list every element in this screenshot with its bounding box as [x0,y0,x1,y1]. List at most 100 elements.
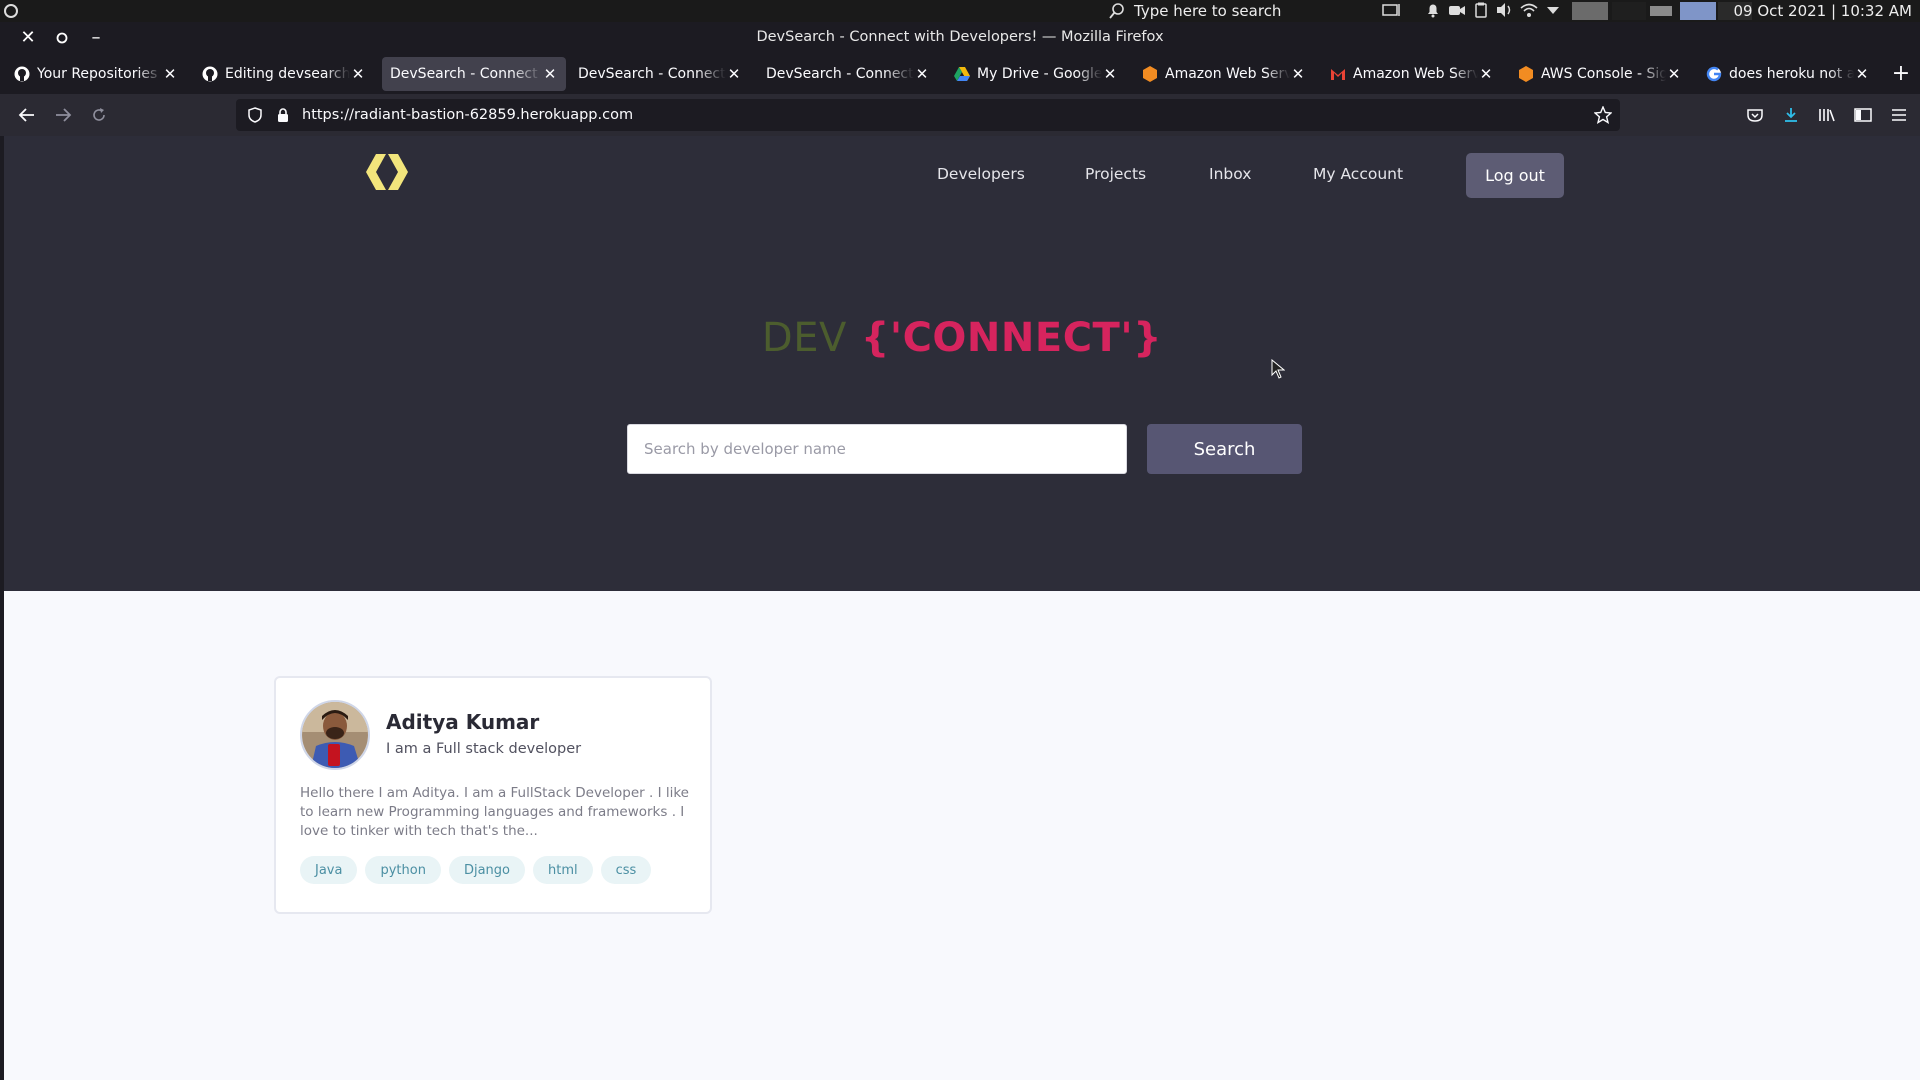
close-icon[interactable]: ✕ [914,66,930,82]
tab-label: Editing devsearch/README [225,66,350,82]
close-icon[interactable]: ✕ [162,66,178,82]
shield-icon[interactable] [246,106,264,124]
tab-aws-1[interactable]: Amazon Web Services ✕ [1134,57,1314,91]
close-icon[interactable]: ✕ [1290,66,1306,82]
tab-label: Your Repositories [37,66,158,82]
tab-label: DevSearch - Connect with Developers! [578,66,726,82]
close-icon[interactable]: ✕ [1102,66,1118,82]
workspace-1[interactable] [1572,2,1608,20]
developer-title: I am a Full stack developer [386,741,582,757]
nav-projects-link[interactable]: Projects [1085,165,1146,183]
developer-bio: Hello there I am Aditya. I am a FullStac… [300,785,689,839]
tab-devsearch-3[interactable]: DevSearch - Connect with Developers! ✕ [758,57,938,91]
hero-title-prefix: DEV [761,315,847,361]
reload-button[interactable] [86,102,112,128]
tab-google-drive[interactable]: My Drive - Google Drive ✕ [946,57,1126,91]
system-tray [1382,2,1562,18]
gmail-icon [1330,66,1346,82]
developer-card[interactable]: Aditya Kumar I am a Full stack developer… [274,676,712,914]
avatar [300,700,370,770]
system-menu-icon[interactable] [4,4,18,18]
skill-tag[interactable]: Java [300,856,358,884]
skill-tag[interactable]: Django [448,856,525,884]
developer-search-input[interactable] [627,424,1127,474]
nav-developers-link[interactable]: Developers [937,165,1025,183]
logout-button[interactable]: Log out [1466,153,1564,198]
forward-button[interactable] [50,102,76,128]
reload-icon [93,108,105,121]
tab-label: DevSearch - Connect with Developers! [766,66,914,82]
close-icon[interactable]: ✕ [350,66,366,82]
pocket-button[interactable] [1742,102,1768,128]
close-icon[interactable]: ✕ [542,66,558,82]
google-icon [1706,66,1722,82]
system-clock[interactable]: 09 Oct 2021 | 10:32 AM [1733,2,1912,20]
download-icon [1785,108,1797,122]
library-icon [1819,109,1835,122]
system-search-placeholder: Type here to search [1134,2,1282,20]
tab-label: DevSearch - Connect with Developers! [390,66,542,82]
close-icon[interactable]: ✕ [1854,66,1870,82]
library-button[interactable] [1814,102,1840,128]
tab-aws-console[interactable]: AWS Console - Signup ✕ [1510,57,1690,91]
hamburger-icon [1892,109,1906,121]
skill-tag[interactable]: css [600,856,652,884]
search-button[interactable]: Search [1147,424,1302,474]
new-tab-button[interactable]: + [1890,63,1912,85]
skill-tags: Java python Django html css [300,856,652,884]
close-icon[interactable]: ✕ [726,66,742,82]
search-icon [1109,3,1124,19]
menu-button[interactable] [1886,102,1912,128]
lock-icon[interactable] [274,106,292,124]
tab-label: AWS Console - Signup [1541,66,1666,82]
mouse-cursor-icon [1271,359,1285,379]
github-icon [202,66,218,82]
nav-my-account-link[interactable]: My Account [1313,165,1403,183]
wifi-icon[interactable] [1520,2,1538,18]
tab-label: Amazon Web Services [1165,66,1290,82]
tab-your-repositories[interactable]: Your Repositories ✕ [6,57,186,91]
github-icon [14,66,30,82]
browser-toolbar: https://radiant-bastion-62859.herokuapp.… [0,94,1920,136]
tab-google-search[interactable]: does heroku not allow ✕ [1698,57,1878,91]
hero-section: Developers Projects Inbox My Account Log… [4,136,1920,591]
url-text[interactable]: https://radiant-bastion-62859.herokuapp.… [302,107,633,123]
aws-icon [1142,66,1158,82]
nav-inbox-link[interactable]: Inbox [1209,165,1251,183]
camera-icon[interactable] [1448,2,1466,18]
back-button[interactable] [14,102,40,128]
workspace-4[interactable] [1650,6,1672,16]
skill-tag[interactable]: python [365,856,441,884]
workspace-5[interactable] [1680,2,1716,20]
tab-label: My Drive - Google Drive [977,66,1102,82]
clipboard-icon[interactable] [1472,2,1490,18]
screen-icon[interactable] [1382,2,1400,18]
volume-icon[interactable] [1496,2,1514,18]
tab-devsearch-active[interactable]: DevSearch - Connect with Developers! ✕ [382,57,566,91]
tab-devsearch-2[interactable]: DevSearch - Connect with Developers! ✕ [570,57,750,91]
downloads-button[interactable] [1778,102,1804,128]
aws-icon [1518,66,1534,82]
arrow-left-icon [18,108,34,122]
chevron-down-icon[interactable] [1544,2,1562,18]
close-icon[interactable]: ✕ [1478,66,1494,82]
address-bar[interactable]: https://radiant-bastion-62859.herokuapp.… [236,99,1620,131]
skill-tag[interactable]: html [533,856,593,884]
tab-editing-readme[interactable]: Editing devsearch/README ✕ [194,57,374,91]
browser-tab-strip: Your Repositories ✕ Editing devsearch/RE… [0,54,1920,94]
workspace-2[interactable] [1612,2,1646,20]
close-icon[interactable]: ✕ [1666,66,1682,82]
tab-label: Amazon Web Services [1353,66,1478,82]
site-nav: Developers Projects Inbox My Account [4,153,1920,197]
bookmark-star-icon[interactable] [1593,105,1613,124]
developer-name[interactable]: Aditya Kumar [386,710,539,734]
window-titlebar: ✕ – DevSearch - Connect with Developers!… [0,22,1920,54]
system-search[interactable]: Type here to search [1108,0,1281,22]
notification-bell-icon[interactable] [1424,2,1442,18]
window-title: DevSearch - Connect with Developers! — M… [756,29,1164,45]
google-drive-icon [954,66,970,82]
sidebar-button[interactable] [1850,102,1876,128]
tab-aws-gmail[interactable]: Amazon Web Services ✕ [1322,57,1502,91]
sidebar-icon [1854,108,1872,122]
webpage: Developers Projects Inbox My Account Log… [4,136,1920,1080]
